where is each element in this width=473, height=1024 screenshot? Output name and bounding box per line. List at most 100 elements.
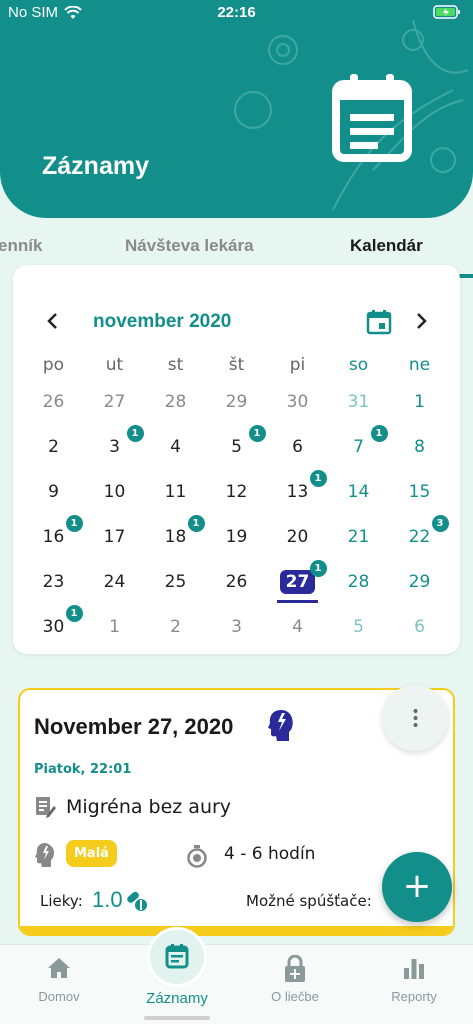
calendar-day-number: 25 xyxy=(164,572,187,592)
entry-date: November 27, 2020 xyxy=(34,714,234,739)
calendar-day[interactable]: 22 3 xyxy=(389,515,450,570)
calendar-day[interactable]: 28 xyxy=(328,570,389,615)
nav-item-reports[interactable]: Reporty xyxy=(355,945,473,1024)
bar-chart-icon xyxy=(404,959,424,979)
pain-head-icon xyxy=(35,843,54,867)
nav-item-treatment[interactable]: O liečbe xyxy=(236,945,354,1024)
calendar-day-number: 18 xyxy=(164,527,187,547)
calendar-day[interactable]: 28 xyxy=(145,390,206,435)
header: No SIM 22:16 Záznamy xyxy=(0,0,473,218)
calendar-day[interactable]: 25 xyxy=(145,570,206,615)
calendar-day-number: 28 xyxy=(164,392,187,412)
calendar-day[interactable]: 31 xyxy=(84,425,145,480)
calendar-day[interactable]: 24 xyxy=(84,570,145,615)
weekday-label: st xyxy=(167,355,184,375)
tab-diary[interactable]: enník xyxy=(0,236,42,256)
calendar-day-selected[interactable]: 27 1 xyxy=(267,560,328,615)
calendar-day[interactable]: 8 xyxy=(389,435,450,480)
add-entry-button[interactable]: + xyxy=(382,852,452,922)
calendar-day[interactable]: 5 xyxy=(328,615,389,660)
home-icon xyxy=(48,958,70,978)
entry-count-badge: 1 xyxy=(65,515,83,532)
calendar-card: november 2020 po ut st št pi so ne 26 27 2… xyxy=(13,265,460,654)
weekday-label: pi xyxy=(289,355,306,375)
calendar-day-number: 6 xyxy=(292,437,303,457)
tab-doctor-visit[interactable]: Návšteva lekára xyxy=(125,236,254,256)
calendar-day[interactable]: 13 1 xyxy=(267,470,328,525)
more-options-button[interactable] xyxy=(382,685,448,751)
lock-icon xyxy=(285,955,305,982)
calendar-day[interactable]: 4 xyxy=(145,435,206,480)
calendar-day-number: 12 xyxy=(225,482,248,502)
calendar-day-number: 29 xyxy=(225,392,248,412)
calendar-day[interactable]: 3 xyxy=(206,615,267,660)
entry-count-badge: 3 xyxy=(431,515,449,532)
clock: 22:16 xyxy=(217,4,256,21)
calendar-day[interactable]: 26 xyxy=(206,570,267,615)
calendar-day-number: 29 xyxy=(408,572,431,592)
nav-item-home[interactable]: Domov xyxy=(0,945,118,1024)
chevron-right-icon[interactable] xyxy=(411,311,431,331)
nav-active-indicator[interactable] xyxy=(147,927,207,987)
calendar-day-number: 8 xyxy=(414,437,425,457)
calendar-day[interactable]: 71 xyxy=(328,425,389,480)
calendar-day-number: 1 xyxy=(414,392,425,412)
calendar-grid: 26 27 28 29 30 31 1 2 3 1 4 5 1 6 7 1 8 9 10 11 12 13 1 14 15 16 1… xyxy=(23,390,450,660)
selected-day-underline xyxy=(277,600,318,603)
calendar-day-number: 2 xyxy=(170,617,181,637)
page-title: Záznamy xyxy=(42,152,149,180)
calendar-day-number: 30 xyxy=(286,392,309,412)
nav-label-active: Záznamy xyxy=(146,990,208,1007)
calendar-day-number: 21 xyxy=(347,527,370,547)
timer-icon xyxy=(187,845,207,868)
calendar-day-number: 31 xyxy=(347,392,370,412)
entry-count-badge: 1 xyxy=(126,425,144,442)
entry-count-badge: 1 xyxy=(248,425,266,442)
calendar-day-number: 4 xyxy=(170,437,181,457)
calendar-day-number: 10 xyxy=(103,482,126,502)
calendar-day[interactable]: 19 xyxy=(206,525,267,570)
bottom-nav: Domov O liečbe Reporty xyxy=(0,944,473,1024)
weekday-label: ut xyxy=(105,355,124,375)
entry-count-badge: 1 xyxy=(309,560,327,577)
nav-label: Domov xyxy=(38,989,80,1004)
calendar-day[interactable]: 4 xyxy=(267,615,328,660)
calendar-day-number: 6 xyxy=(414,617,425,637)
entry-count-badge: 1 xyxy=(187,515,205,532)
calendar-day[interactable]: 14 xyxy=(328,480,389,525)
calendar-day-number: 24 xyxy=(103,572,126,592)
calendar-day[interactable]: 2 xyxy=(23,435,84,480)
calendar-day[interactable]: 10 xyxy=(84,480,145,525)
calendar-day[interactable]: 21 xyxy=(328,525,389,570)
calendar-day[interactable]: 1 xyxy=(389,390,450,435)
calendar-day-number: 26 xyxy=(42,392,65,412)
calendar-day[interactable]: 6 xyxy=(389,615,450,660)
calendar-day[interactable]: 12 xyxy=(206,480,267,525)
calendar-day[interactable]: 30 1 xyxy=(23,605,84,660)
calendar-day-number: 4 xyxy=(292,617,303,637)
nav-label: O liečbe xyxy=(271,989,319,1004)
weekday-label: so xyxy=(348,355,369,375)
calendar-day[interactable]: 2 xyxy=(145,615,206,660)
weekday-label: št xyxy=(228,355,245,375)
calendar-day[interactable]: 29 xyxy=(389,570,450,615)
calendar-day[interactable]: 18 1 xyxy=(145,515,206,570)
calendar-day[interactable]: 51 xyxy=(206,425,267,480)
calendar-day[interactable]: 16 1 xyxy=(23,515,84,570)
calendar-picker-icon[interactable] xyxy=(366,309,392,335)
home-indicator xyxy=(144,1016,210,1020)
diagnosis-note-icon xyxy=(36,797,56,818)
calendar-day[interactable]: 1 xyxy=(84,615,145,660)
calendar-day[interactable]: 30 xyxy=(267,390,328,435)
calendar-day[interactable]: 17 xyxy=(84,525,145,570)
chevron-left-icon[interactable] xyxy=(43,311,63,331)
calendar-day-number: 14 xyxy=(347,482,370,502)
calendar-day[interactable]: 26 xyxy=(23,390,84,435)
tab-calendar[interactable]: Kalendár xyxy=(350,236,423,256)
calendar-day-number: 15 xyxy=(408,482,431,502)
entry-count-badge: 1 xyxy=(370,425,388,442)
calendar-day-number: 1 xyxy=(109,617,120,637)
calendar-day-number: 13 xyxy=(286,482,309,502)
calendar-day-number: 5 xyxy=(353,617,364,637)
triggers-label: Možné spúšťače: xyxy=(246,892,372,910)
